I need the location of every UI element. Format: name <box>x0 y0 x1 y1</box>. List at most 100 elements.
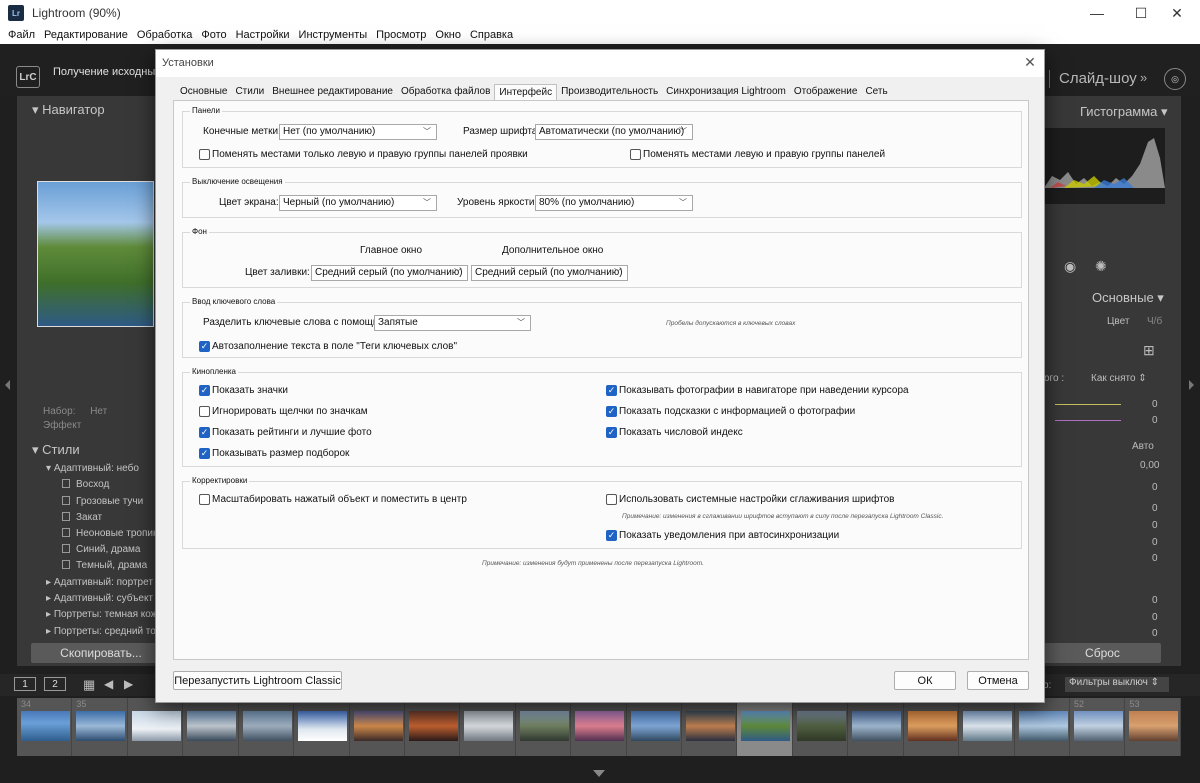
preset-item[interactable]: Восход <box>62 479 109 490</box>
preset-item[interactable]: Синий, драма <box>62 544 140 555</box>
preset-item[interactable]: Закат <box>62 512 102 523</box>
menu-edit[interactable]: Редактирование <box>44 29 128 41</box>
temp-slider[interactable] <box>1055 404 1121 405</box>
filmstrip-thumb[interactable] <box>460 698 516 756</box>
shadows-value[interactable]: 0 <box>1152 520 1158 531</box>
filmstrip-thumb[interactable] <box>294 698 350 756</box>
eye-icon[interactable]: ◉ <box>1064 258 1076 275</box>
whites-value[interactable]: 0 <box>1152 537 1158 548</box>
styles-header[interactable]: ▾ Стили <box>32 442 80 458</box>
tint-value[interactable]: 0 <box>1152 415 1158 426</box>
color-treatment[interactable]: Цвет <box>1107 316 1129 327</box>
screen-color-select[interactable]: Черный (по умолчанию) ﹀ <box>279 195 437 211</box>
filmstrip-thumb[interactable] <box>682 698 738 756</box>
window-close-button[interactable]: ✕ <box>1154 0 1200 26</box>
cancel-button[interactable]: Отмена <box>967 671 1029 690</box>
filmstrip-thumb[interactable] <box>128 698 184 756</box>
preset-item[interactable]: Грозовые тучи <box>62 496 143 507</box>
filmstrip-thumb[interactable] <box>1015 698 1071 756</box>
contrast-value[interactable]: 0 <box>1152 482 1158 493</box>
menu-file[interactable]: Файл <box>8 29 35 41</box>
menu-settings[interactable]: Настройки <box>236 29 290 41</box>
basic-header[interactable]: Основные ▾ <box>1092 290 1164 306</box>
main-fill-color-select[interactable]: Средний серый (по умолчанию) ﹀ <box>311 265 468 281</box>
ignore-clicks-checkbox[interactable]: Игнорировать щелчки по значкам <box>199 406 368 417</box>
minimize-button[interactable]: — <box>1074 0 1120 26</box>
filmstrip-thumb[interactable] <box>350 698 405 756</box>
filmstrip-thumb[interactable]: 52 <box>1070 698 1126 756</box>
filmstrip-thumb[interactable] <box>405 698 461 756</box>
filmstrip-thumb[interactable] <box>183 698 239 756</box>
more-modules-icon[interactable]: » <box>1140 70 1147 85</box>
tab-lightroom-sync[interactable]: Синхронизация Lightroom <box>662 84 790 100</box>
forward-arrow-icon[interactable]: ▶ <box>124 677 133 691</box>
menu-tools[interactable]: Инструменты <box>299 29 368 41</box>
activity-center-icon[interactable]: ◎ <box>1164 68 1186 90</box>
font-size-select[interactable]: Автоматически (по умолчанию) ﹀ <box>535 124 693 140</box>
dehaze-value[interactable]: 0 <box>1152 628 1158 639</box>
filmstrip-thumb[interactable] <box>793 698 849 756</box>
preset-item[interactable]: Неоновые тропики <box>62 528 163 539</box>
filmstrip-thumb[interactable] <box>516 698 572 756</box>
menu-help[interactable]: Справка <box>470 29 513 41</box>
exposure-value[interactable]: 0,00 <box>1140 460 1159 471</box>
zoom-center-checkbox[interactable]: Масштабировать нажатый объект и поместит… <box>199 494 467 505</box>
show-ratings-checkbox[interactable]: ✓ Показать рейтинги и лучшие фото <box>199 427 372 438</box>
swap-develop-checkbox[interactable]: Поменять местами только левую и правую г… <box>199 149 528 160</box>
filmstrip-thumb[interactable]: 35 <box>72 698 128 756</box>
preset-group-adaptive-sky[interactable]: ▾ Адаптивный: небо <box>46 463 139 474</box>
menu-view[interactable]: Просмотр <box>376 29 426 41</box>
right-panel-toggle-icon[interactable] <box>1189 380 1194 390</box>
show-autosync-checkbox[interactable]: ✓ Показать уведомления при автосинхрониза… <box>606 530 839 541</box>
preset-group[interactable]: ▸ Адаптивный: портрет <box>46 577 153 588</box>
tab-performance[interactable]: Производительность <box>557 84 662 100</box>
filmstrip-thumb[interactable] <box>571 698 627 756</box>
autocomplete-checkbox[interactable]: ✓ Автозаполнение текста в поле "Теги ключ… <box>199 341 457 352</box>
bw-treatment[interactable]: Ч/б <box>1147 316 1162 327</box>
dialog-close-button[interactable]: ✕ <box>1022 54 1038 71</box>
show-in-navigator-checkbox[interactable]: ✓ Показывать фотографии в навигаторе при … <box>606 385 909 396</box>
tab-presets[interactable]: Стили <box>231 84 268 100</box>
tab-display[interactable]: Отображение <box>790 84 862 100</box>
show-tooltips-checkbox[interactable]: ✓ Показать подсказки с информацией о фото… <box>606 406 855 417</box>
tab-external-editing[interactable]: Внешнее редактирование <box>268 84 397 100</box>
filter-select[interactable]: Фильтры выключ ⇕ <box>1065 677 1169 692</box>
filmstrip-thumb[interactable] <box>239 698 295 756</box>
auto-tone-button[interactable]: Авто <box>1132 441 1154 452</box>
show-index-checkbox[interactable]: ✓ Показать числовой индекс <box>606 427 743 438</box>
ok-button[interactable]: ОК <box>894 671 956 690</box>
profile-grid-icon[interactable]: ⊞ <box>1143 342 1155 359</box>
histogram-header[interactable]: Гистограмма ▾ <box>1080 104 1168 120</box>
secondary-fill-color-select[interactable]: Средний серый (по умолчанию) ﹀ <box>471 265 628 281</box>
restart-lightroom-button[interactable]: Перезапустить Lightroom Classic <box>173 671 342 690</box>
module-slideshow[interactable]: Слайд-шоу <box>1059 70 1137 87</box>
tint-slider[interactable] <box>1055 420 1121 421</box>
radial-icon[interactable]: ✺ <box>1095 258 1107 275</box>
texture-value[interactable]: 0 <box>1152 595 1158 606</box>
filmstrip-thumb[interactable] <box>904 698 960 756</box>
grid-view-icon[interactable]: ▦ <box>83 677 95 693</box>
back-arrow-icon[interactable]: ◀ <box>104 677 113 691</box>
highlights-value[interactable]: 0 <box>1152 503 1158 514</box>
separate-keywords-select[interactable]: Запятые ﹀ <box>374 315 531 331</box>
tab-file-handling[interactable]: Обработка файлов <box>397 84 494 100</box>
navigator-header[interactable]: ▾ Навигатор <box>32 102 105 118</box>
dim-level-select[interactable]: 80% (по умолчанию) ﹀ <box>535 195 693 211</box>
reset-button[interactable]: Сброс <box>1044 643 1161 663</box>
preset-group[interactable]: ▸ Адаптивный: субъект <box>46 593 153 604</box>
filmstrip-thumb[interactable]: 34 <box>17 698 73 756</box>
preset-group[interactable]: ▸ Портреты: темная кож <box>46 609 157 620</box>
filmstrip-thumb-selected[interactable] <box>737 698 793 756</box>
system-smoothing-checkbox[interactable]: Использовать системные настройки сглажив… <box>606 494 894 505</box>
left-panel-toggle-icon[interactable] <box>5 380 10 390</box>
tab-network[interactable]: Сеть <box>861 84 891 100</box>
blacks-value[interactable]: 0 <box>1152 553 1158 564</box>
menu-window[interactable]: Окно <box>435 29 461 41</box>
filmstrip-thumb[interactable] <box>848 698 904 756</box>
filmstrip-thumb[interactable] <box>627 698 683 756</box>
tab-general[interactable]: Основные <box>176 84 231 100</box>
clarity-value[interactable]: 0 <box>1152 612 1158 623</box>
copy-settings-button[interactable]: Скопировать... <box>31 643 171 663</box>
tab-interface[interactable]: Интерфейс <box>494 84 558 101</box>
filmstrip-thumb[interactable]: 53 <box>1125 698 1181 756</box>
